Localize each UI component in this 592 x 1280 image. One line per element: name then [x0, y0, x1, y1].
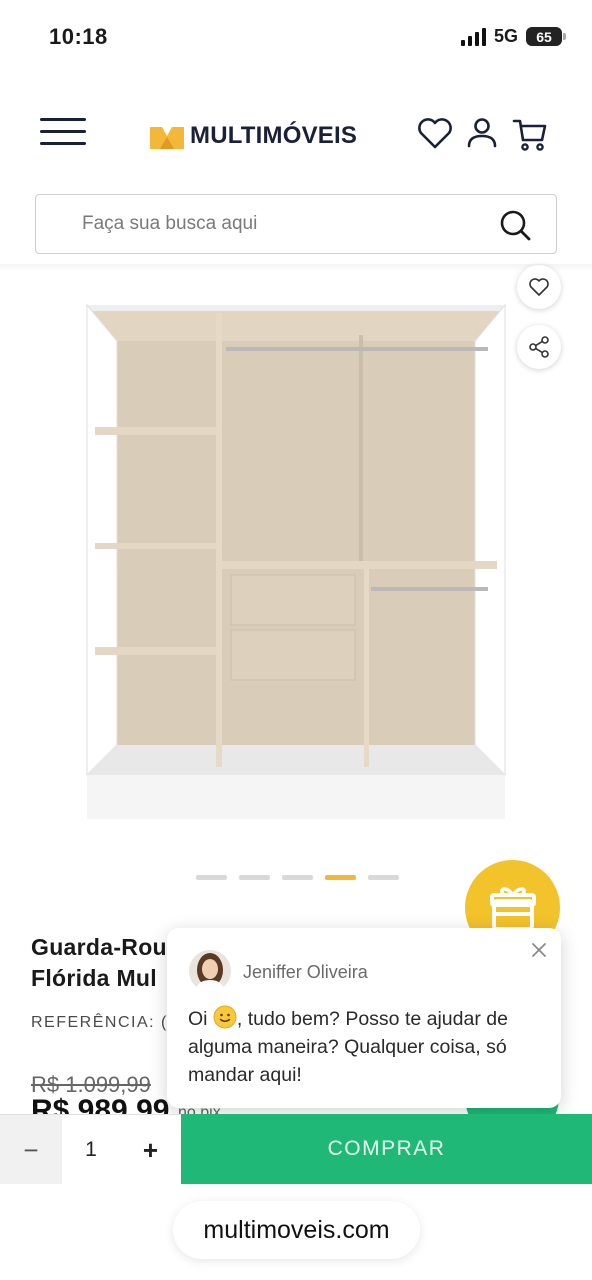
menu-icon[interactable]	[40, 118, 86, 148]
heart-icon[interactable]	[415, 114, 455, 154]
carousel-dot[interactable]	[368, 875, 399, 880]
carousel-dot-active[interactable]	[325, 875, 356, 880]
agent-avatar	[189, 950, 231, 992]
signal-icon	[460, 27, 486, 46]
purchase-bar: − 1 + COMPRAR	[0, 1114, 592, 1185]
gift-icon	[489, 886, 536, 931]
quantity-stepper: − 1 +	[0, 1114, 181, 1185]
url-pill[interactable]: multimoveis.com	[173, 1201, 420, 1259]
header-shadow	[0, 264, 592, 272]
product-image[interactable]	[83, 275, 509, 820]
battery-icon: 65	[526, 27, 566, 46]
brand-name: MULTIMÓVEIS	[190, 122, 358, 149]
status-indicators: 5G 65	[460, 26, 566, 47]
heart-icon	[529, 278, 549, 296]
network-type: 5G	[493, 26, 518, 46]
share-button[interactable]	[517, 325, 561, 369]
product-reference: REFERÊNCIA: (	[31, 1014, 168, 1031]
chat-message-start: Oi	[188, 1008, 213, 1030]
carousel-dot[interactable]	[239, 875, 270, 880]
decrease-quantity-button[interactable]: −	[0, 1115, 62, 1185]
favorite-button[interactable]	[517, 265, 561, 309]
carousel-indicators	[196, 875, 399, 880]
buy-button[interactable]: COMPRAR	[181, 1114, 592, 1184]
cart-icon[interactable]	[510, 114, 550, 154]
search-icon[interactable]	[498, 208, 532, 242]
battery-level: 65	[536, 28, 552, 45]
chat-message: Oi , tudo bem? Posso te ajudar de alguma…	[188, 1005, 548, 1089]
smile-emoji-icon	[213, 1005, 237, 1029]
site-header: MULTIMÓVEIS	[0, 96, 592, 176]
increase-quantity-button[interactable]: +	[120, 1115, 181, 1185]
chat-popup[interactable]: Jeniffer Oliveira Oi , tudo bem? Posso t…	[167, 928, 561, 1108]
carousel-dot[interactable]	[282, 875, 313, 880]
status-bar: 10:18 5G 65	[0, 0, 592, 76]
search-input[interactable]	[82, 208, 482, 240]
browser-bar: multimoveis.com	[0, 1184, 592, 1280]
status-time: 10:18	[49, 24, 108, 49]
agent-name: Jeniffer Oliveira	[243, 962, 368, 982]
search-box[interactable]	[35, 194, 557, 254]
chat-message-rest: , tudo bem? Posso te ajudar de alguma ma…	[188, 1008, 508, 1086]
logo-mark-icon	[150, 127, 184, 149]
carousel-dot[interactable]	[196, 875, 227, 880]
brand-logo[interactable]: MULTIMÓVEIS	[150, 122, 357, 150]
share-icon	[529, 336, 549, 358]
user-icon[interactable]	[462, 114, 502, 154]
quantity-value[interactable]: 1	[62, 1115, 120, 1185]
close-icon[interactable]	[529, 940, 549, 960]
